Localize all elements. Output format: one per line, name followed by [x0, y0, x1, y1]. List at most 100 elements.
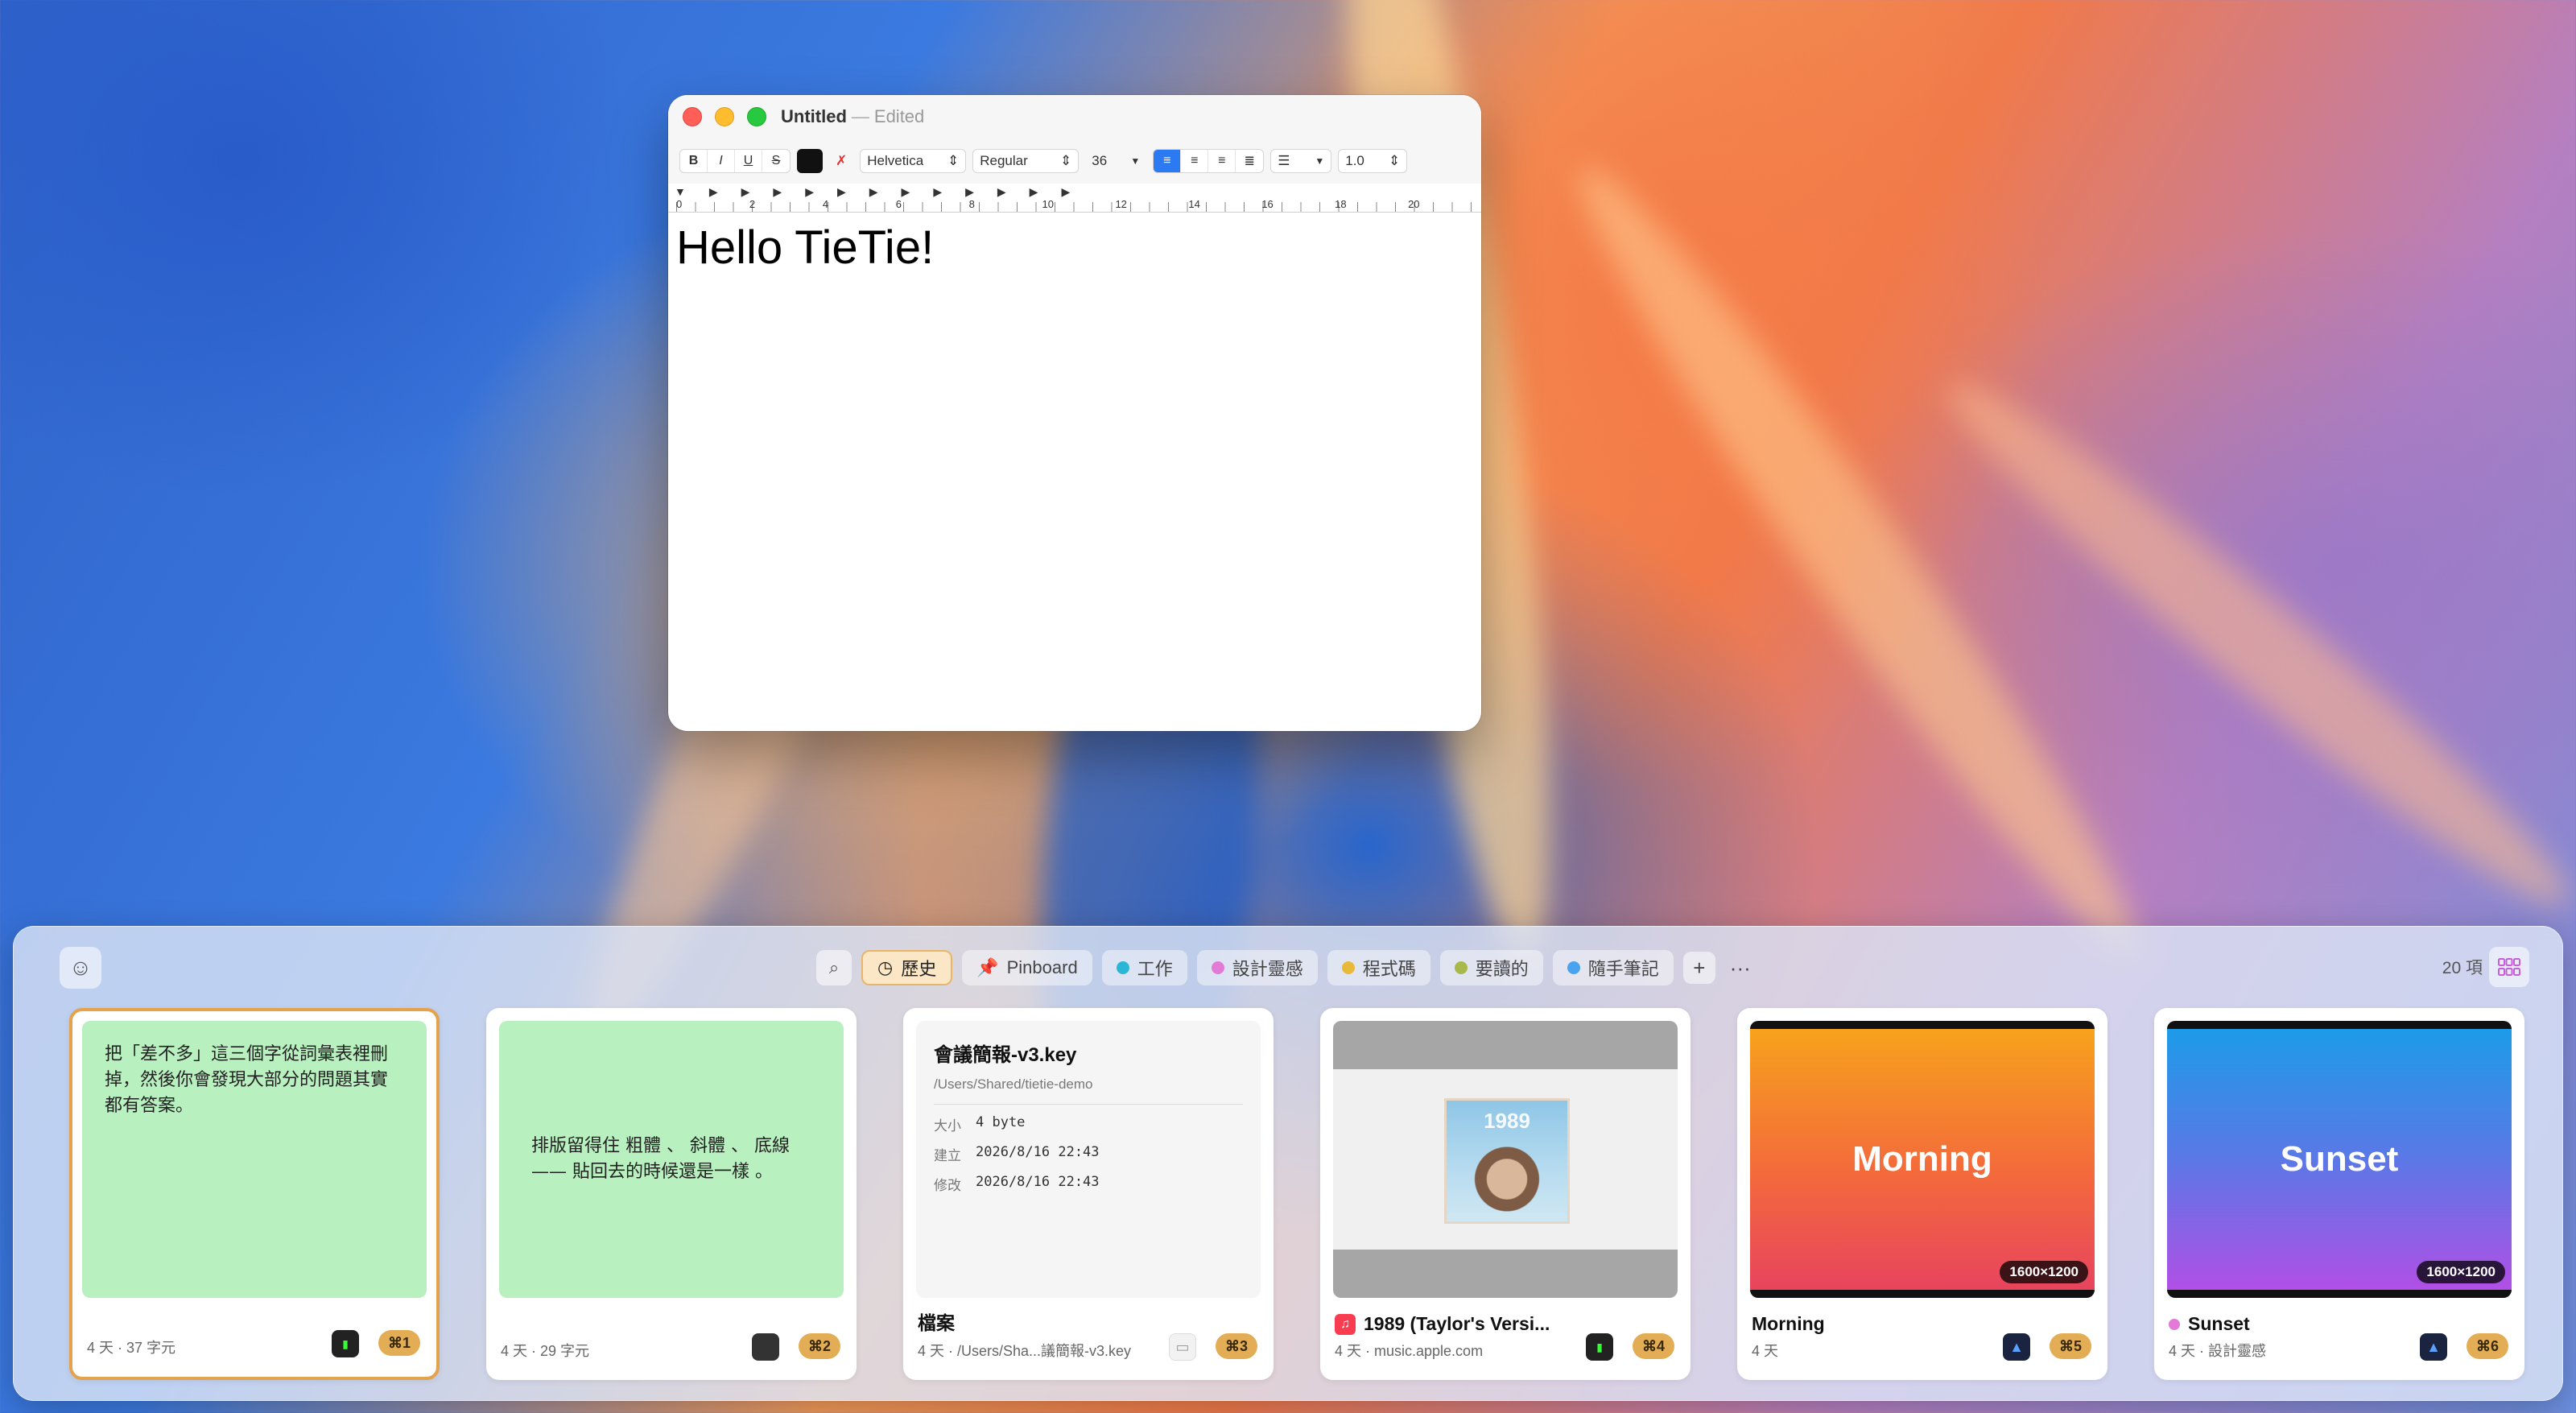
grid-view-icon[interactable] — [2489, 947, 2529, 987]
tab-stop-icon[interactable]: ▶ — [933, 185, 942, 199]
tab-stop-icon[interactable]: ▶ — [1030, 185, 1038, 199]
music-icon: ♫ — [1335, 1313, 1356, 1335]
keynote-app-icon: ▭ — [1169, 1333, 1196, 1361]
tab-pinboard[interactable]: 📌 Pinboard — [962, 950, 1092, 985]
title-bar[interactable]: Untitled — Edited — [668, 95, 1481, 138]
app-icon — [752, 1333, 779, 1361]
zoom-button[interactable] — [747, 107, 766, 126]
card-title-text: Sunset — [2188, 1313, 2250, 1334]
card-subtitle: 4 天 · 37 字元 — [87, 1340, 176, 1356]
tab-label: 隨手筆記 — [1587, 959, 1659, 979]
clip-card-image-morning[interactable]: Morning 1600×1200 Morning 4 天 ▲ ⌘5 — [1737, 1008, 2107, 1380]
preview-bar — [1333, 1250, 1678, 1298]
tab-stop-icon[interactable]: ▶ — [997, 185, 1006, 199]
tab-color-dot — [1341, 961, 1355, 974]
tab-stop-icon[interactable]: ▶ — [837, 185, 846, 199]
terminal-app-icon: ▮ — [1586, 1333, 1613, 1361]
ruler-number: 2 — [749, 198, 756, 210]
bold-button[interactable]: B — [680, 150, 708, 172]
stepper-icon: ⇕ — [1060, 153, 1072, 168]
align-center-icon[interactable]: ≡ — [1181, 150, 1209, 172]
document-name: Untitled — [781, 106, 847, 126]
shortcut-badge: ⌘2 — [799, 1333, 840, 1359]
chevron-down-icon: ▼ — [1130, 155, 1141, 167]
italic-button[interactable]: I — [708, 150, 735, 172]
tab-color-dot — [1211, 961, 1224, 974]
affinity-app-icon: ▲ — [2420, 1333, 2447, 1361]
tab-stop-icon[interactable]: ▶ — [965, 185, 974, 199]
card-meta: 檔案 4 天 · /Users/Sha...議簡報-v3.key — [918, 1308, 1169, 1361]
font-family-select[interactable]: Helvetica ⇕ — [860, 149, 967, 173]
image-preview: Sunset 1600×1200 — [2167, 1021, 2512, 1298]
close-button[interactable] — [683, 107, 702, 126]
font-style-select[interactable]: Regular ⇕ — [972, 149, 1080, 173]
clear-style-icon[interactable]: ✗ — [829, 149, 853, 173]
tab-stop-icon[interactable]: ▶ — [709, 185, 718, 199]
pin-icon: 📌 — [976, 957, 999, 977]
terminal-app-icon: ▮ — [332, 1330, 359, 1357]
shortcut-badge: ⌘3 — [1216, 1333, 1257, 1359]
size-value: 4 byte — [976, 1114, 1026, 1130]
add-tab-button[interactable]: + — [1682, 952, 1715, 984]
tab-stop-icon[interactable]: ▶ — [902, 185, 910, 199]
file-name: 會議簡報-v3.key — [934, 1044, 1077, 1066]
modified-label: 修改 — [934, 1178, 961, 1194]
tab-stop-icon[interactable]: ▶ — [805, 185, 814, 199]
tab-label: Pinboard — [1006, 957, 1078, 977]
tab-quick-notes[interactable]: 隨手筆記 — [1552, 950, 1674, 985]
ruler-number: 4 — [822, 198, 829, 210]
clip-card-rich-text[interactable]: 排版留得住 粗體 、 斜體 、 底線 —— 貼回去的時候還是一樣 。 4 天 ·… — [486, 1008, 857, 1380]
strikethrough-button[interactable]: S — [762, 150, 790, 172]
document-text-area[interactable]: Hello TieTie! — [668, 213, 1481, 283]
title-separator: — — [851, 106, 869, 126]
tab-stops[interactable]: ▼ ▶ ▶ ▶ ▶ ▶ ▶ ▶ ▶ ▶ ▶ ▶ ▶ — [675, 185, 1070, 199]
tab-to-read[interactable]: 要讀的 — [1439, 950, 1543, 985]
clip-card-image-sunset[interactable]: Sunset 1600×1200 Sunset 4 天 · 設計靈感 ▲ ⌘6 — [2154, 1008, 2524, 1380]
align-right-icon[interactable]: ≡ — [1208, 150, 1236, 172]
underline-button[interactable]: U — [735, 150, 762, 172]
more-icon[interactable]: ··· — [1725, 956, 1756, 981]
search-icon[interactable]: ⌕ — [816, 950, 852, 985]
card-title: Morning — [1752, 1313, 1825, 1334]
tab-design-inspiration[interactable]: 設計靈感 — [1196, 950, 1318, 985]
chevron-down-icon: ▼ — [1315, 155, 1325, 167]
align-justify-icon[interactable]: ≣ — [1236, 150, 1263, 172]
image-label: Morning — [1852, 1139, 1992, 1179]
tab-stop-icon[interactable]: ▶ — [741, 185, 750, 199]
tab-work[interactable]: 工作 — [1101, 950, 1187, 985]
list-style-select[interactable]: ☰ ▼ — [1270, 149, 1332, 173]
line-spacing-select[interactable]: 1.0 ⇕ — [1338, 149, 1408, 173]
card-title: Sunset — [2169, 1313, 2420, 1335]
ruler[interactable]: ▼ ▶ ▶ ▶ ▶ ▶ ▶ ▶ ▶ ▶ ▶ ▶ ▶ 0 2 4 6 8 10 12 14 16 18 2… — [668, 184, 1481, 213]
tab-stop-icon[interactable]: ▼ — [675, 185, 686, 199]
created-value: 2026/8/16 22:43 — [976, 1144, 1100, 1160]
tab-label: 程式碼 — [1362, 959, 1416, 979]
minimize-button[interactable] — [715, 107, 734, 126]
card-meta: 4 天 · 37 字元 — [87, 1337, 332, 1357]
tab-stop-icon[interactable]: ▶ — [1061, 185, 1070, 199]
font-size-select[interactable]: 36 ▼ — [1085, 149, 1146, 173]
smiley-icon[interactable]: ☺ — [60, 947, 101, 989]
card-meta: 4 天 · 29 字元 — [501, 1340, 752, 1361]
ruler-number: 16 — [1261, 198, 1274, 210]
item-count: 20 項 — [2442, 959, 2483, 977]
modified-value: 2026/8/16 22:43 — [976, 1174, 1100, 1190]
clip-card-text[interactable]: 把「差不多」這三個字從詞彙表裡刪掉，然後你會發現大部分的問題其實都有答案。 4 … — [69, 1008, 440, 1380]
card-title-text: 1989 (Taylor's Versi... — [1364, 1313, 1550, 1334]
align-left-icon[interactable]: ≡ — [1154, 150, 1182, 172]
shortcut-badge: ⌘5 — [2050, 1333, 2091, 1359]
album-art-text: 1989 — [1484, 1109, 1530, 1133]
text-color-well[interactable] — [797, 149, 823, 173]
tab-stop-icon[interactable]: ▶ — [869, 185, 878, 199]
clip-card-file[interactable]: 會議簡報-v3.key /Users/Shared/tietie-demo 大小… — [903, 1008, 1274, 1380]
card-meta: Sunset 4 天 · 設計靈感 — [2169, 1313, 2420, 1361]
tab-label: 歷史 — [901, 959, 937, 979]
ruler-number: 18 — [1335, 198, 1347, 210]
clip-card-link[interactable]: 1989 ♫ 1989 (Taylor's Versi... 4 天 · musi… — [1320, 1008, 1690, 1380]
shortcut-badge: ⌘6 — [2467, 1333, 2508, 1359]
tab-history[interactable]: ◷ 歷史 — [861, 950, 953, 985]
tab-code[interactable]: 程式碼 — [1327, 950, 1430, 985]
ruler-number: 10 — [1042, 198, 1054, 210]
edited-status: Edited — [873, 106, 925, 126]
tab-stop-icon[interactable]: ▶ — [773, 185, 782, 199]
